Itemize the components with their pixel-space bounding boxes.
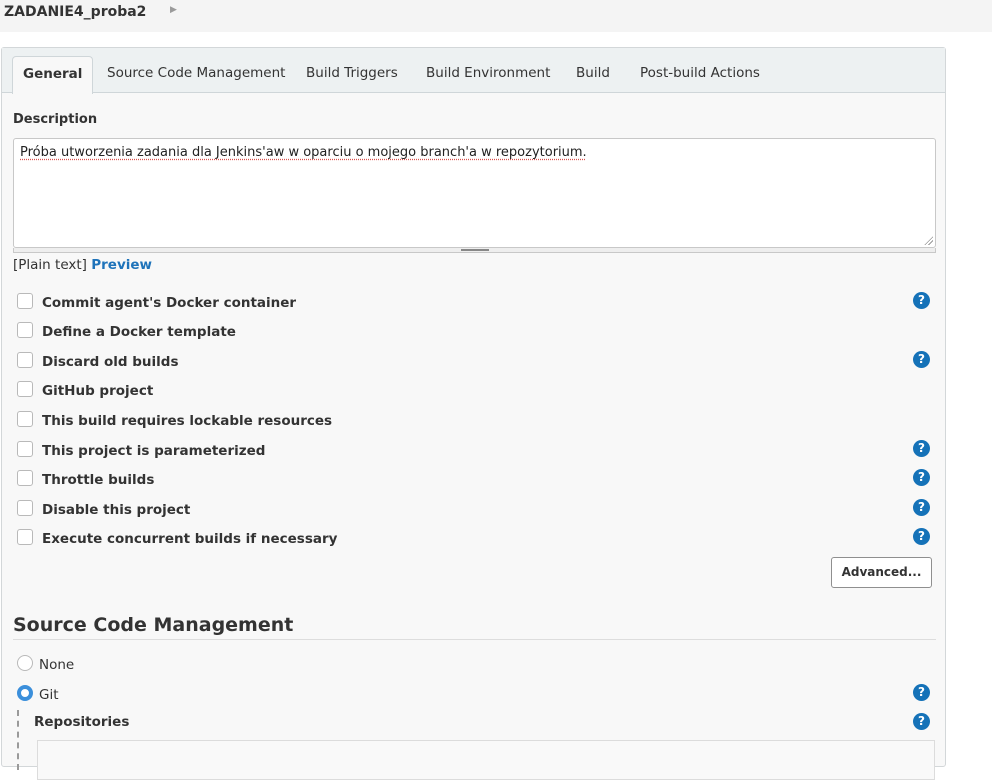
scm-radio-none[interactable] [17, 655, 33, 671]
option-label: GitHub project [42, 383, 154, 399]
checkbox[interactable] [17, 352, 33, 368]
help-icon[interactable]: ? [913, 351, 930, 368]
option-label: This project is parameterized [42, 443, 266, 459]
option-github-project: GitHub project [17, 381, 937, 401]
checkbox[interactable] [17, 411, 33, 427]
checkbox[interactable] [17, 322, 33, 338]
option-label: Discard old builds [42, 354, 179, 370]
plain-text-label: [Plain text] [13, 257, 87, 273]
option-lockable-resources: This build requires lockable resources [17, 411, 937, 431]
scm-radio-label: None [39, 657, 75, 673]
breadcrumb-arrow-icon[interactable]: ▶ [170, 5, 177, 15]
resize-grip-icon[interactable] [924, 236, 933, 245]
job-config-panel: General Source Code Management Build Tri… [1, 47, 946, 780]
breadcrumb: ZADANIE4_proba2 ▶ [0, 0, 992, 32]
description-text: Próba utworzenia zadania dla Jenkins'aw … [20, 145, 587, 160]
description-label: Description [13, 112, 98, 127]
help-icon[interactable]: ? [913, 528, 930, 545]
option-label: Disable this project [42, 502, 191, 518]
repositories-container [37, 740, 935, 780]
checkbox[interactable] [17, 470, 33, 486]
scm-radio-label: Git [39, 687, 59, 703]
checkbox[interactable] [17, 381, 33, 397]
checkbox[interactable] [17, 293, 33, 309]
option-disable-project: Disable this project [17, 500, 937, 520]
tab-build[interactable]: Build [576, 65, 610, 81]
preview-link[interactable]: Preview [91, 257, 152, 273]
scm-section-heading: Source Code Management [13, 614, 294, 636]
help-icon[interactable]: ? [913, 499, 930, 516]
option-define-docker-template: Define a Docker template [17, 322, 937, 342]
option-throttle-builds: Throttle builds [17, 470, 937, 490]
description-textarea[interactable]: Próba utworzenia zadania dla Jenkins'aw … [13, 138, 936, 248]
repositories-label: Repositories [34, 714, 130, 730]
description-format-row: [Plain text] Preview [13, 257, 152, 273]
help-icon[interactable]: ? [913, 469, 930, 486]
tab-post-build-actions[interactable]: Post-build Actions [640, 65, 760, 81]
option-commit-docker-container: Commit agent's Docker container [17, 293, 937, 313]
help-icon[interactable]: ? [913, 292, 930, 309]
tab-source-code-management[interactable]: Source Code Management [107, 65, 285, 81]
tab-general[interactable]: General [12, 56, 94, 94]
scm-radio-git[interactable] [17, 685, 33, 701]
option-label: Throttle builds [42, 472, 155, 488]
tab-build-triggers[interactable]: Build Triggers [306, 65, 398, 81]
option-label: Execute concurrent builds if necessary [42, 531, 338, 547]
option-label: Commit agent's Docker container [42, 295, 297, 311]
checkbox[interactable] [17, 500, 33, 516]
option-label: Define a Docker template [42, 324, 236, 340]
help-icon[interactable]: ? [913, 713, 930, 730]
checkbox[interactable] [17, 441, 33, 457]
config-tabbar: General Source Code Management Build Tri… [2, 48, 945, 94]
option-parameterized: This project is parameterized [17, 441, 937, 461]
option-concurrent-builds: Execute concurrent builds if necessary [17, 529, 937, 549]
git-options-connector [17, 710, 19, 770]
advanced-button[interactable]: Advanced... [831, 557, 932, 588]
help-icon[interactable]: ? [913, 684, 930, 701]
option-label: This build requires lockable resources [42, 413, 333, 429]
textarea-resize-bar[interactable] [13, 248, 936, 253]
resize-handle-icon[interactable] [461, 249, 489, 251]
section-divider [13, 639, 936, 640]
tab-build-environment[interactable]: Build Environment [426, 65, 550, 81]
help-icon[interactable]: ? [913, 440, 930, 457]
checkbox[interactable] [17, 529, 33, 545]
option-discard-old-builds: Discard old builds [17, 352, 937, 372]
breadcrumb-job-name[interactable]: ZADANIE4_proba2 [4, 4, 146, 20]
